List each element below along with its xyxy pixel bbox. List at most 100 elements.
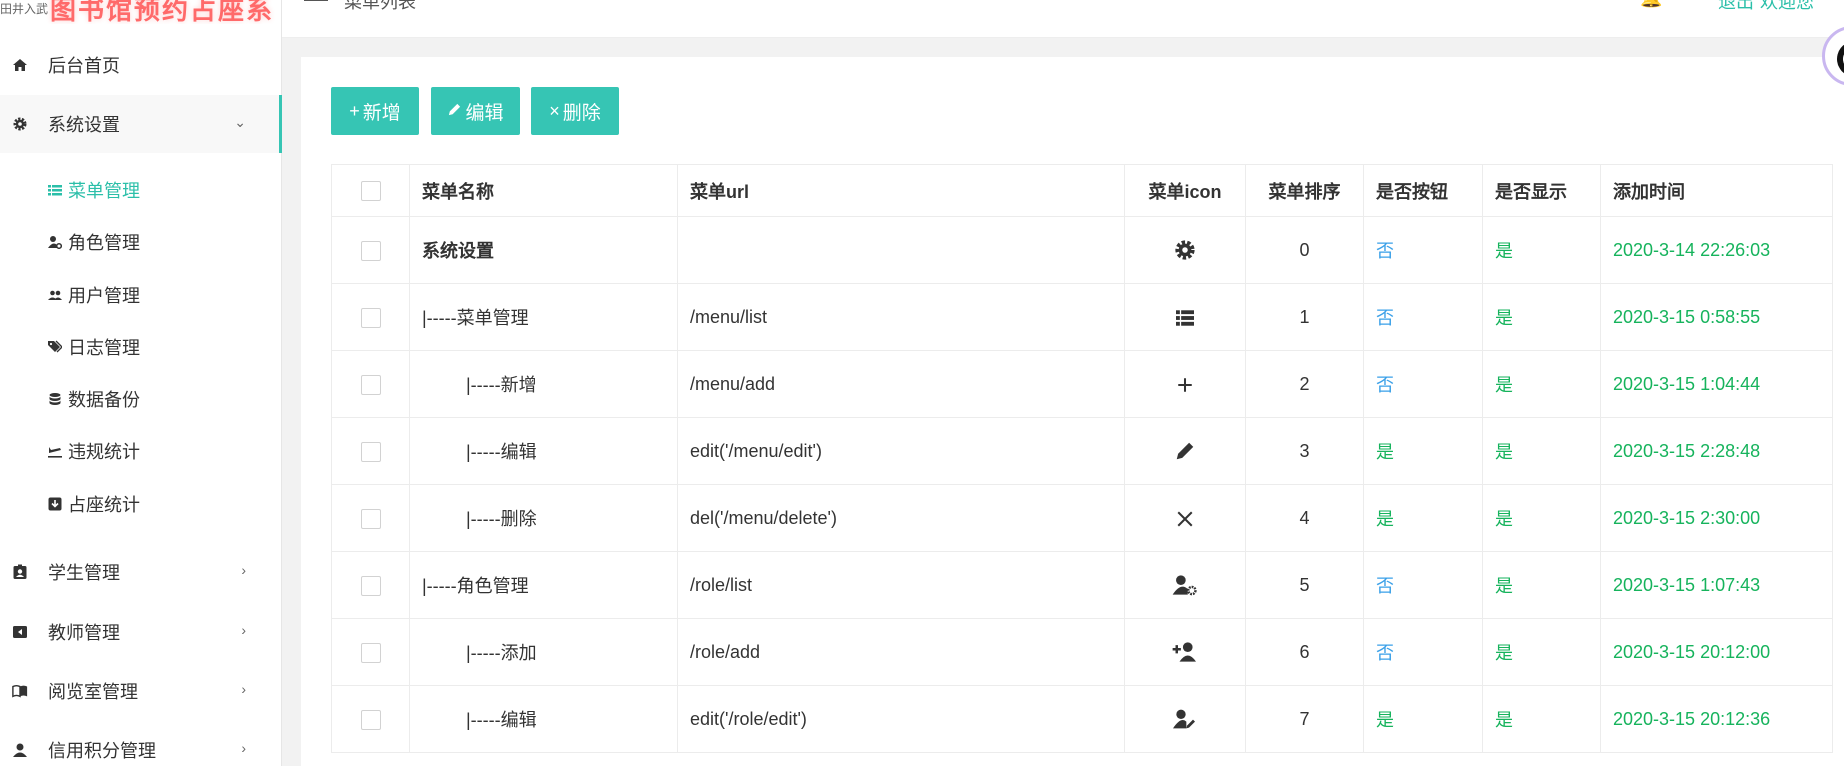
row-checkbox[interactable] xyxy=(360,642,381,663)
cell-name: |-----删除 xyxy=(409,484,678,552)
cell-icon xyxy=(1124,618,1246,686)
sidebar-subitem-log-management[interactable]: 日志管理 xyxy=(48,327,140,367)
sidebar-subitem-role-management[interactable]: 角色管理 xyxy=(48,222,140,262)
table-row[interactable]: |-----新增 /menu/add 2 否 是 2020-3-15 1:04:… xyxy=(331,350,1833,418)
table-row[interactable]: |-----编辑 edit('/menu/edit') 3 是 是 2020-3… xyxy=(331,417,1833,485)
cell-sort: 2 xyxy=(1245,350,1364,418)
cell-url: edit('/menu/edit') xyxy=(677,417,1125,485)
cell-is-show: 是 xyxy=(1482,685,1601,753)
row-checkbox-cell xyxy=(331,618,410,686)
plus-icon: + xyxy=(349,100,360,121)
cell-sort: 7 xyxy=(1245,685,1364,753)
row-checkbox[interactable] xyxy=(360,240,381,261)
table-row[interactable]: |-----删除 del('/menu/delete') 4 是 是 2020-… xyxy=(331,484,1833,552)
row-checkbox[interactable] xyxy=(360,575,381,596)
sidebar-item-reading-room-management[interactable]: 阅览室管理 › xyxy=(0,662,282,720)
sidebar-subitem-label: 占座统计 xyxy=(68,495,140,515)
table-header-row: 菜单名称 菜单url 菜单icon 菜单排序 是否按钮 是否显示 添加时间 xyxy=(331,164,1833,217)
sidebar-subitem-violation-stats[interactable]: 违规统计 xyxy=(48,431,140,471)
cell-is-show: 是 xyxy=(1482,484,1601,552)
sidebar-subitem-user-management[interactable]: 用户管理 xyxy=(48,275,140,315)
delete-button[interactable]: × 删除 xyxy=(531,87,619,135)
cell-icon xyxy=(1124,685,1246,753)
user-gear-icon xyxy=(48,235,62,249)
sidebar-item-student-management[interactable]: 学生管理 › xyxy=(0,543,282,601)
cell-is-show: 是 xyxy=(1482,350,1601,418)
cell-name: |-----添加 xyxy=(409,618,678,686)
sidebar-subitem-label: 数据备份 xyxy=(68,390,140,410)
sidebar-subitem-label: 角色管理 xyxy=(68,233,140,253)
cell-is-button: 否 xyxy=(1363,283,1483,351)
notification-icon[interactable]: 🔔 xyxy=(1640,0,1662,9)
select-all-checkbox[interactable] xyxy=(360,181,381,202)
sidebar-item-label: 系统设置 xyxy=(48,115,120,135)
gear-icon xyxy=(12,116,28,132)
user-gear-icon xyxy=(1172,574,1198,596)
column-header-time: 添加时间 xyxy=(1600,164,1833,217)
add-button[interactable]: + 新增 xyxy=(331,87,419,135)
sidebar-item-label: 后台首页 xyxy=(48,56,120,76)
add-button-label: 新增 xyxy=(362,102,401,124)
hamburger-menu-icon[interactable] xyxy=(304,0,328,1)
sidebar-item-home[interactable]: 后台首页 xyxy=(0,36,282,94)
row-checkbox-cell xyxy=(331,417,410,485)
cell-is-button: 是 xyxy=(1363,685,1483,753)
table-row[interactable]: |-----角色管理 /role/list 5 否 是 2020-3-15 1:… xyxy=(331,551,1833,619)
column-header-icon: 菜单icon xyxy=(1124,164,1246,217)
column-header-sort: 菜单排序 xyxy=(1245,164,1364,217)
cell-icon xyxy=(1124,551,1246,619)
sidebar-item-credit-management[interactable]: 信用积分管理 › xyxy=(0,721,282,766)
download-box-icon xyxy=(48,497,62,511)
edit-button[interactable]: 编辑 xyxy=(431,87,520,135)
cell-icon xyxy=(1124,484,1246,552)
chevron-right-icon: › xyxy=(241,740,246,756)
sidebar-subitem-data-backup[interactable]: 数据备份 xyxy=(48,379,140,419)
user-icon xyxy=(12,742,28,758)
cell-is-button: 否 xyxy=(1363,551,1483,619)
table-row[interactable]: 系统设置 0 否 是 2020-3-14 22:26:03 xyxy=(331,216,1833,284)
cell-sort: 4 xyxy=(1245,484,1364,552)
cell-name: |-----菜单管理 xyxy=(409,283,678,351)
plane-icon xyxy=(48,444,62,458)
cell-url: edit('/role/edit') xyxy=(677,685,1125,753)
cell-time: 2020-3-15 1:07:43 xyxy=(1600,551,1833,619)
table-row[interactable]: |-----菜单管理 /menu/list 1 否 是 2020-3-15 0:… xyxy=(331,283,1833,351)
sidebar-subitem-label: 菜单管理 xyxy=(68,181,140,201)
welcome-text: 欢迎您 xyxy=(1760,0,1814,12)
brand-title: 图书馆预约占座系统 xyxy=(50,0,275,24)
sidebar-item-teacher-management[interactable]: 教师管理 › xyxy=(0,603,282,661)
sidebar-subitem-seat-stats[interactable]: 占座统计 xyxy=(48,484,140,524)
teacher-icon xyxy=(12,624,28,640)
table-row[interactable]: |-----编辑 edit('/role/edit') 7 是 是 2020-3… xyxy=(331,685,1833,753)
sidebar-subitem-menu-management[interactable]: 菜单管理 xyxy=(48,170,140,210)
cell-icon xyxy=(1124,283,1246,351)
row-checkbox[interactable] xyxy=(360,709,381,730)
cell-is-show: 是 xyxy=(1482,618,1601,686)
row-checkbox-cell xyxy=(331,283,410,351)
list-icon xyxy=(48,183,62,197)
sidebar-subitem-label: 违规统计 xyxy=(68,442,140,462)
cell-is-show: 是 xyxy=(1482,216,1601,284)
sidebar-item-label: 学生管理 xyxy=(48,563,120,583)
logout-link[interactable]: 退出 xyxy=(1718,0,1754,14)
cell-sort: 5 xyxy=(1245,551,1364,619)
row-checkbox[interactable] xyxy=(360,508,381,529)
pencil-icon xyxy=(447,101,462,122)
row-checkbox[interactable] xyxy=(360,441,381,462)
select-all-checkbox-cell xyxy=(331,164,410,217)
cell-sort: 3 xyxy=(1245,417,1364,485)
cell-is-button: 是 xyxy=(1363,484,1483,552)
column-header-is-show: 是否显示 xyxy=(1482,164,1601,217)
table-row[interactable]: |-----添加 /role/add 6 否 是 2020-3-15 20:12… xyxy=(331,618,1833,686)
times-icon: × xyxy=(549,100,560,121)
cell-time: 2020-3-15 1:04:44 xyxy=(1600,350,1833,418)
sidebar-item-system-settings[interactable]: 系统设置 ⌄ xyxy=(0,95,282,153)
list-icon xyxy=(1174,307,1196,327)
row-checkbox[interactable] xyxy=(360,374,381,395)
user-edit-icon xyxy=(1173,708,1197,729)
pencil-icon xyxy=(1174,440,1196,460)
chevron-right-icon: › xyxy=(241,622,246,638)
cell-url: /role/add xyxy=(677,618,1125,686)
row-checkbox[interactable] xyxy=(360,307,381,328)
row-checkbox-cell xyxy=(331,551,410,619)
